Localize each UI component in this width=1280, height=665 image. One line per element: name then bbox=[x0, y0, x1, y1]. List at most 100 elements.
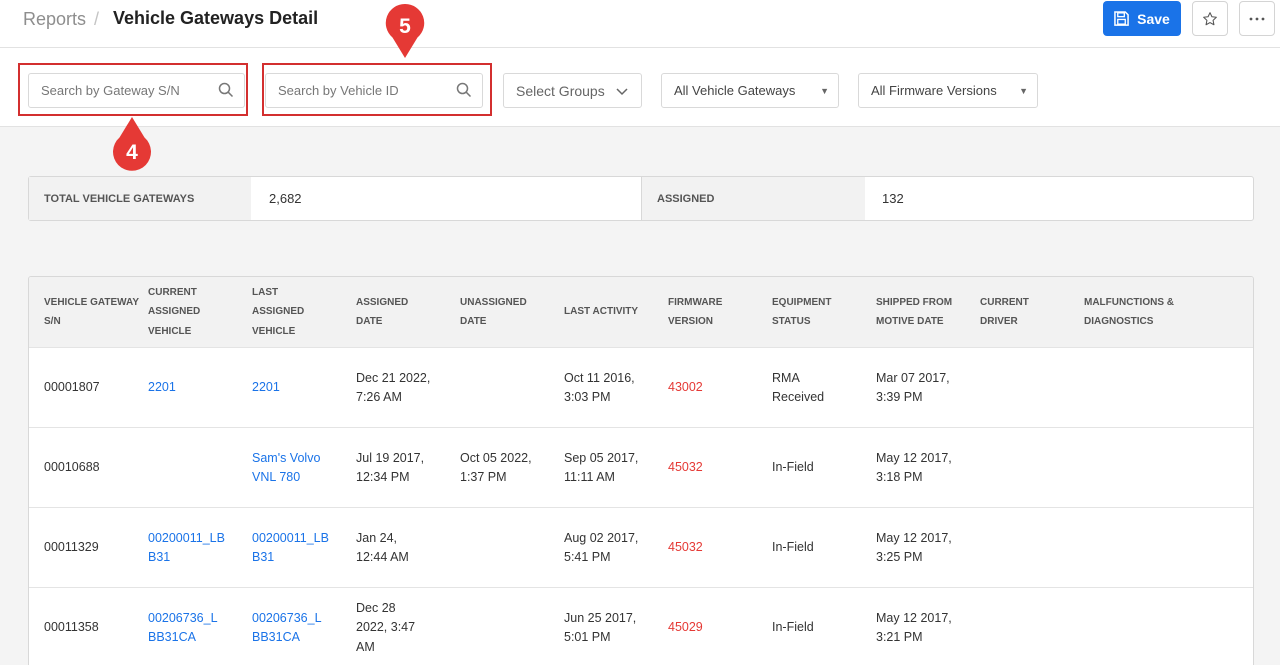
total-gateways-label: TOTAL VEHICLE GATEWAYS bbox=[29, 177, 251, 220]
gateways-table: VEHICLE GATEWAY S/N CURRENT ASSIGNED VEH… bbox=[28, 276, 1254, 665]
firmware-select-value: All Firmware Versions bbox=[871, 83, 997, 98]
cell-last-activity: Jun 25 2017, 5:01 PM bbox=[564, 610, 637, 645]
cell-last-activity: Sep 05 2017, 11:11 AM bbox=[564, 450, 639, 485]
cell-equipment-status: RMA Received bbox=[772, 370, 825, 405]
cell-shipped-date: May 12 2017, 3:21 PM bbox=[876, 610, 952, 645]
cell-malfunctions bbox=[1084, 428, 1194, 508]
cell-sn: 00011358 bbox=[44, 620, 99, 635]
chevron-down-icon bbox=[616, 88, 628, 96]
cell-last-activity: Aug 02 2017, 5:41 PM bbox=[564, 530, 639, 565]
cell-last-vehicle[interactable]: 2201 bbox=[252, 348, 332, 428]
cell-current-driver bbox=[980, 508, 1060, 588]
cell-last-vehicle[interactable]: Sam's Volvo VNL 780 bbox=[252, 428, 332, 508]
assigned-value: 132 bbox=[882, 191, 904, 206]
col-header-label: FIRMWARE VERSION bbox=[668, 296, 723, 328]
cell-last-activity: Oct 11 2016, 3:03 PM bbox=[564, 370, 635, 405]
table-header: VEHICLE GATEWAY S/N CURRENT ASSIGNED VEH… bbox=[29, 277, 1253, 347]
gateway-type-value: All Vehicle Gateways bbox=[674, 83, 796, 98]
col-header-label: UNASSIGNED DATE bbox=[460, 296, 527, 328]
col-header-label: MALFUNCTIONS & DIAGNOSTICS bbox=[1084, 296, 1174, 328]
cell-sn: 00010688 bbox=[44, 460, 100, 475]
breadcrumb-reports[interactable]: Reports bbox=[23, 9, 86, 30]
table-row[interactable]: 00001807 2201 2201 Dec 21 2022, 7:26 AM … bbox=[29, 347, 1253, 428]
page-title: Vehicle Gateways Detail bbox=[113, 8, 319, 28]
cell-malfunctions bbox=[1084, 348, 1194, 428]
table-row[interactable]: 00011358 00206736_LBB31CA 00206736_LBB31… bbox=[29, 587, 1253, 665]
col-header-unassigned-date[interactable]: UNASSIGNED DATE bbox=[460, 277, 540, 347]
cell-equipment-status: In-Field bbox=[772, 460, 814, 475]
cell-current-vehicle[interactable]: 00200011_LBB31 bbox=[148, 508, 225, 588]
col-header-current-driver[interactable]: CURRENT DRIVER bbox=[980, 277, 1050, 347]
cell-current-driver bbox=[980, 588, 1060, 665]
col-header-last-activity[interactable]: LAST ACTIVITY bbox=[564, 277, 654, 347]
save-label: Save bbox=[1137, 10, 1170, 27]
favorite-button[interactable] bbox=[1192, 1, 1228, 36]
cell-equipment-status: In-Field bbox=[772, 620, 814, 635]
cell-assigned-date: Dec 21 2022, 7:26 AM bbox=[356, 370, 431, 405]
cell-current-driver bbox=[980, 348, 1060, 428]
breadcrumb-separator: / bbox=[94, 9, 100, 29]
col-header-assigned-date[interactable]: ASSIGNED DATE bbox=[356, 277, 436, 347]
col-header-sn[interactable]: VEHICLE GATEWAY S/N bbox=[44, 277, 139, 347]
cell-current-vehicle[interactable]: 2201 bbox=[148, 348, 228, 428]
col-header-label: VEHICLE GATEWAY S/N bbox=[44, 296, 139, 328]
cell-equipment-status: In-Field bbox=[772, 540, 814, 555]
cell-last-vehicle[interactable]: 00200011_LBB31 bbox=[252, 508, 329, 588]
col-header-current-vehicle[interactable]: CURRENT ASSIGNED VEHICLE bbox=[148, 277, 228, 347]
star-icon bbox=[1203, 11, 1217, 25]
col-header-label: SHIPPED FROM MOTIVE DATE bbox=[876, 296, 953, 328]
cell-assigned-date: Dec 28 2022, 3:47 AM bbox=[356, 600, 416, 654]
save-button[interactable]: Save bbox=[1103, 1, 1181, 36]
cell-shipped-date: Mar 07 2017, 3:39 PM bbox=[876, 370, 950, 405]
col-header-last-vehicle[interactable]: LAST ASSIGNED VEHICLE bbox=[252, 277, 332, 347]
page-header: Reports / Vehicle Gateways Detail Save bbox=[0, 0, 1280, 48]
col-header-shipped-date[interactable]: SHIPPED FROM MOTIVE DATE bbox=[876, 277, 966, 347]
callout-5-number: 5 bbox=[399, 15, 411, 38]
cell-current-vehicle[interactable]: 00206736_LBB31CA bbox=[148, 588, 225, 665]
cell-shipped-date: May 12 2017, 3:25 PM bbox=[876, 530, 952, 565]
cell-sn: 00011329 bbox=[44, 540, 99, 555]
col-header-firmware[interactable]: FIRMWARE VERSION bbox=[668, 277, 748, 347]
filter-bar: Search by Gateway S/N Search by Vehicle … bbox=[0, 48, 1280, 127]
col-header-label: EQUIPMENT STATUS bbox=[772, 296, 832, 328]
save-icon bbox=[1114, 11, 1129, 26]
col-header-label: CURRENT ASSIGNED VEHICLE bbox=[148, 286, 201, 337]
cell-unassigned-date bbox=[460, 348, 540, 428]
col-header-label: ASSIGNED DATE bbox=[356, 296, 409, 328]
cell-unassigned-date bbox=[460, 588, 540, 665]
cell-firmware: 45029 bbox=[668, 620, 703, 635]
col-header-label: LAST ACTIVITY bbox=[564, 306, 639, 318]
cell-current-vehicle[interactable] bbox=[148, 428, 228, 508]
more-options-button[interactable] bbox=[1239, 1, 1275, 36]
cell-sn: 00001807 bbox=[44, 380, 100, 395]
gateway-type-select[interactable]: All Vehicle Gateways ▼ bbox=[661, 73, 839, 108]
table-row[interactable]: 00010688 Sam's Volvo VNL 780 Jul 19 2017… bbox=[29, 427, 1253, 508]
cell-unassigned-date bbox=[460, 508, 540, 588]
select-groups-dropdown[interactable]: Select Groups bbox=[503, 73, 642, 108]
callout-4: 4 bbox=[112, 116, 152, 172]
cell-malfunctions bbox=[1084, 508, 1194, 588]
total-gateways-value: 2,682 bbox=[269, 191, 302, 206]
cell-malfunctions bbox=[1084, 588, 1194, 665]
cell-last-vehicle[interactable]: 00206736_LBB31CA bbox=[252, 588, 329, 665]
col-header-malfunctions[interactable]: MALFUNCTIONS & DIAGNOSTICS bbox=[1084, 277, 1194, 347]
cell-shipped-date: May 12 2017, 3:18 PM bbox=[876, 450, 952, 485]
cell-assigned-date: Jan 24, 12:44 AM bbox=[356, 530, 409, 565]
firmware-select[interactable]: All Firmware Versions ▼ bbox=[858, 73, 1038, 108]
cell-firmware: 45032 bbox=[668, 540, 703, 555]
col-header-equipment-status[interactable]: EQUIPMENT STATUS bbox=[772, 277, 852, 347]
col-header-label: LAST ASSIGNED VEHICLE bbox=[252, 286, 305, 337]
select-groups-label: Select Groups bbox=[516, 82, 605, 99]
vehicle-search-highlight bbox=[262, 63, 492, 116]
cell-unassigned-date: Oct 05 2022, 1:37 PM bbox=[460, 450, 532, 485]
assigned-label: ASSIGNED bbox=[641, 177, 865, 220]
caret-down-icon: ▼ bbox=[1019, 86, 1028, 96]
caret-down-icon: ▼ bbox=[820, 86, 829, 96]
table-row[interactable]: 00011329 00200011_LBB31 00200011_LBB31 J… bbox=[29, 507, 1253, 588]
summary-panel: TOTAL VEHICLE GATEWAYS 2,682 ASSIGNED 13… bbox=[28, 176, 1254, 221]
more-icon bbox=[1249, 17, 1265, 20]
cell-current-driver bbox=[980, 428, 1060, 508]
col-header-label: CURRENT DRIVER bbox=[980, 296, 1029, 328]
cell-assigned-date: Jul 19 2017, 12:34 PM bbox=[356, 450, 425, 485]
cell-firmware: 45032 bbox=[668, 460, 703, 475]
